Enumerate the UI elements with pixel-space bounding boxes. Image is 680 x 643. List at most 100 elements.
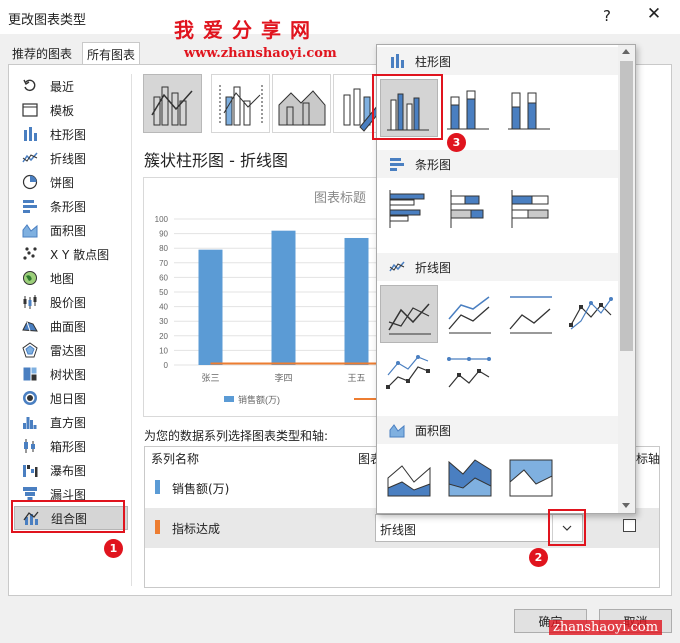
close-button[interactable]: ✕ [641, 4, 667, 28]
sidebar-item-waterfall[interactable]: 瀑布图 [14, 458, 128, 482]
series-name-target: 指标达成 [172, 522, 221, 536]
x-tick-label: 李四 [274, 372, 292, 383]
dd-stacked-bar[interactable] [441, 182, 499, 240]
sidebar-item-pie[interactable]: 饼图 [14, 170, 128, 194]
sidebar-item-label: 柱形图 [50, 127, 87, 142]
treemap-chart-icon [20, 365, 40, 383]
dd-100pct-stacked-bar[interactable] [502, 182, 560, 240]
dd-100pct-stacked-column[interactable] [502, 79, 560, 137]
tab-recommended[interactable]: 推荐的图表 [8, 42, 76, 64]
histogram-chart-icon [20, 413, 40, 431]
sidebar-divider [131, 74, 132, 586]
tab-all-charts[interactable]: 所有图表 [82, 42, 141, 65]
header-series-name: 系列名称 [151, 452, 200, 466]
chart-svg: 图表标题 0 10 20 30 40 50 60 70 80 90 100 张三 李四 王五销售额(万) [155, 190, 382, 405]
sidebar-item-label: 箱形图 [50, 439, 87, 454]
highlight-combo-category [11, 500, 125, 533]
dd-stacked-column[interactable] [441, 79, 499, 137]
dropdown-section-line: 折线图 [377, 253, 620, 281]
dropdown-section-label: 柱形图 [415, 54, 452, 69]
sidebar-item-label: 地图 [50, 271, 75, 286]
sidebar-item-label: 折线图 [50, 151, 87, 166]
sidebar-item-column[interactable]: 柱形图 [14, 122, 128, 146]
sidebar-item-label: 曲面图 [50, 319, 87, 334]
dd-clustered-bar[interactable] [380, 182, 438, 240]
sidebar-item-surface[interactable]: 曲面图 [14, 314, 128, 338]
area-chart-icon [20, 221, 40, 239]
sidebar-item-treemap[interactable]: 树状图 [14, 362, 128, 386]
x-tick-label: 王五 [347, 373, 365, 383]
dd-line[interactable] [380, 285, 438, 343]
stock-chart-icon [20, 293, 40, 311]
line-chart-icon [20, 149, 40, 167]
column-chart-icon [20, 125, 40, 143]
sidebar-item-area[interactable]: 面积图 [14, 218, 128, 242]
dropdown-section-label: 折线图 [415, 260, 452, 275]
sidebar-item-map[interactable]: 地图 [14, 266, 128, 290]
sidebar-item-stock[interactable]: 股价图 [14, 290, 128, 314]
sidebar-item-label: X Y 散点图 [50, 247, 110, 262]
dd-100pct-stacked-area[interactable] [502, 448, 560, 506]
y-tick-label: 0 [164, 361, 169, 370]
step-badge-3: 3 [447, 133, 466, 152]
waterfall-chart-icon [20, 461, 40, 479]
bar [344, 237, 369, 365]
sidebar-item-bar[interactable]: 条形图 [14, 194, 128, 218]
sidebar-item-template[interactable]: 模板 [14, 98, 128, 122]
dd-area[interactable] [380, 448, 438, 506]
legend-swatch [224, 396, 234, 402]
sidebar-item-label: 旭日图 [50, 391, 87, 406]
bar [198, 249, 223, 365]
dd-stacked-area[interactable] [441, 448, 499, 506]
scroll-down-icon[interactable] [622, 503, 630, 508]
sidebar-item-line[interactable]: 折线图 [14, 146, 128, 170]
y-tick-label: 80 [159, 244, 168, 253]
dd-100pct-line-markers[interactable] [441, 347, 499, 405]
sidebar-item-recent[interactable]: 最近 [14, 74, 128, 98]
sidebar-item-label: 树状图 [50, 367, 87, 382]
sidebar-item-boxwhisker[interactable]: 箱形图 [14, 434, 128, 458]
dropdown-section-bar: 条形图 [377, 150, 620, 178]
sidebar-item-radar[interactable]: 雷达图 [14, 338, 128, 362]
scroll-up-icon[interactable] [622, 49, 630, 54]
sidebar-item-label: 最近 [50, 79, 75, 94]
y-tick-label: 100 [155, 215, 169, 224]
sidebar-item-label: 面积图 [50, 223, 87, 238]
dd-stacked-line-markers[interactable] [380, 347, 438, 405]
scroll-thumb[interactable] [620, 61, 633, 351]
secondary-axis-checkbox-target[interactable] [623, 519, 636, 532]
surface-chart-icon [20, 317, 40, 335]
line-chart-icon [389, 259, 407, 275]
subtype-column-line-secondary[interactable] [211, 74, 270, 133]
title-bar: 更改图表类型 ? ✕ [0, 0, 680, 34]
sidebar-item-histogram[interactable]: 直方图 [14, 410, 128, 434]
step-badge-2: 2 [529, 548, 548, 567]
y-tick-label: 10 [159, 346, 168, 355]
sidebar-item-label: 条形图 [50, 199, 87, 214]
dd-100pct-stacked-line[interactable] [502, 285, 560, 343]
help-button[interactable]: ? [596, 7, 618, 27]
dropdown-section-label: 条形图 [415, 157, 452, 172]
y-tick-label: 70 [159, 259, 168, 268]
watermark-bottom: zhanshaoyi.com [549, 620, 663, 635]
assign-series-label: 为您的数据系列选择图表类型和轴: [144, 429, 329, 443]
sidebar-item-label: 瀑布图 [50, 463, 87, 478]
subtype-stacked-area-column[interactable] [272, 74, 331, 133]
dd-line-markers[interactable] [563, 285, 621, 343]
sunburst-chart-icon [20, 389, 40, 407]
chart-preview: 图表标题 0 10 20 30 40 50 60 70 80 90 100 张三 李四 王五 销售额(万) [143, 177, 383, 417]
boxwhisker-chart-icon [20, 437, 40, 455]
subtype-clustered-column-line[interactable] [143, 74, 202, 133]
series-name-sales: 销售额(万) [172, 482, 230, 496]
chart-category-list: 最近 模板 柱形图 折线图 饼图 条形图 面积图 X Y 散点图 地图 股价图 … [14, 74, 128, 530]
area-chart-icon [389, 422, 407, 438]
series-color-swatch [155, 520, 160, 534]
sidebar-item-scatter[interactable]: X Y 散点图 [14, 242, 128, 266]
legend-label: 销售额(万) [238, 394, 280, 405]
dropdown-scrollbar[interactable] [618, 45, 635, 513]
dd-stacked-line[interactable] [441, 285, 499, 343]
y-tick-label: 60 [159, 273, 168, 282]
chart-type-select-value: 折线图 [380, 523, 417, 537]
bar-chart-icon [20, 197, 40, 215]
sidebar-item-sunburst[interactable]: 旭日图 [14, 386, 128, 410]
